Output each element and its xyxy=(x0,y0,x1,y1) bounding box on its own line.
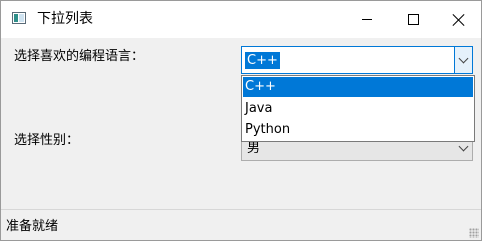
dropdown-option-cpp[interactable]: C++ xyxy=(243,77,473,97)
chevron-down-icon xyxy=(458,141,469,151)
resize-grip-icon[interactable] xyxy=(469,228,479,238)
dropdown-option-python[interactable]: Python xyxy=(243,120,473,140)
close-icon xyxy=(453,14,465,26)
language-combobox[interactable]: C++ xyxy=(241,46,473,74)
status-text: 准备就绪 xyxy=(6,219,59,234)
window-title: 下拉列表 xyxy=(37,11,93,27)
gender-selected-value: 男 xyxy=(247,141,261,156)
app-window-icon xyxy=(12,12,26,24)
dropdown-option-java[interactable]: Java xyxy=(243,99,473,119)
minimize-icon xyxy=(362,19,372,20)
language-selected-value: C++ xyxy=(245,52,280,69)
language-label: 选择喜欢的编程语言： xyxy=(14,49,145,64)
close-button[interactable] xyxy=(436,1,481,38)
chevron-down-icon xyxy=(458,53,469,64)
language-dropdown-arrow[interactable] xyxy=(454,47,472,73)
maximize-button[interactable] xyxy=(390,1,436,38)
maximize-icon xyxy=(407,14,419,25)
gender-label: 选择性别： xyxy=(14,133,80,148)
title-bar[interactable]: 下拉列表 xyxy=(1,1,481,38)
status-bar: 准备就绪 xyxy=(1,210,481,240)
language-dropdown-list: C++ Java Python xyxy=(241,75,475,142)
main-window: 下拉列表 选择喜欢的编程语言： 选择性别： 男 C++ C++ Java Pyt… xyxy=(0,0,482,241)
minimize-button[interactable] xyxy=(344,1,390,38)
